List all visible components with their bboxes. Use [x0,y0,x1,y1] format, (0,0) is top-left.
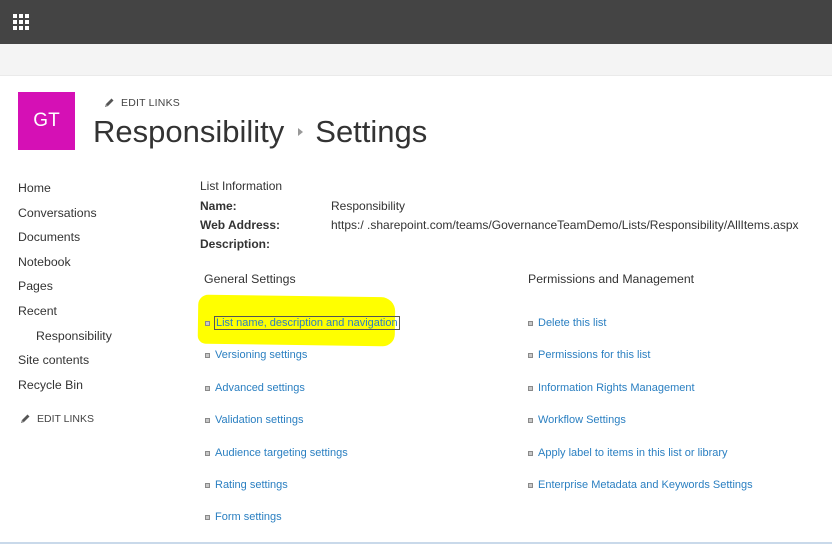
nav-item-notebook[interactable]: Notebook [18,254,112,279]
bullet-icon [205,515,210,521]
edit-links-left-label: EDIT LINKS [37,413,94,425]
bullet-icon [205,385,210,391]
edit-links-top-button[interactable]: EDIT LINKS [103,97,180,109]
workflow-settings-link[interactable]: Workflow Settings [538,414,626,426]
command-bar [0,44,832,76]
name-label: Name: [200,199,237,213]
description-label: Description: [200,237,271,251]
site-logo[interactable]: GT [18,92,75,150]
breadcrumb-separator-icon [298,128,304,136]
list-item: Information Rights Management [528,382,753,414]
permissions-management-title: Permissions and Management [528,272,695,286]
nav-item-responsibility[interactable]: Responsibility [18,328,112,353]
list-information: List Information Name: Responsibility Web… [200,179,799,256]
permissions-for-this-list-link[interactable]: Permissions for this list [538,349,650,361]
list-item: Versioning settings [205,349,399,381]
breadcrumb-settings-title: Settings [315,114,428,149]
pencil-icon [21,414,30,423]
nav-item-documents[interactable]: Documents [18,229,112,254]
rating-settings-link[interactable]: Rating settings [215,479,288,491]
site-logo-text: GT [33,110,60,131]
advanced-settings-link[interactable]: Advanced settings [215,382,305,394]
delete-this-list-link[interactable]: Delete this list [538,317,606,329]
nav-item-recent[interactable]: Recent [18,303,112,328]
list-item: List name, description and navigation [205,316,400,349]
bullet-icon [205,482,210,488]
list-item: Validation settings [205,414,399,446]
general-settings-title: General Settings [204,272,296,286]
permissions-management-links: Delete this list Permissions for this li… [528,317,753,511]
name-value: Responsibility [331,199,406,213]
enterprise-metadata-keywords-link[interactable]: Enterprise Metadata and Keywords Setting… [538,479,753,491]
list-item: Apply label to items in this list or lib… [528,447,753,479]
page-title: Responsibility Settings [93,114,427,150]
web-address-label: Web Address: [200,218,281,232]
nav-item-conversations[interactable]: Conversations [18,205,112,230]
quick-launch-nav: Home Conversations Documents Notebook Pa… [18,180,112,401]
validation-settings-link[interactable]: Validation settings [215,414,303,426]
edit-links-top-label: EDIT LINKS [121,97,180,109]
general-settings-links: List name, description and navigation Ve… [205,316,400,544]
bullet-icon [528,353,533,359]
list-item: Audience targeting settings [205,447,399,479]
list-item: Permissions for this list [528,349,753,381]
nav-item-home[interactable]: Home [18,180,112,205]
pencil-icon [105,98,114,107]
bullet-icon [205,450,210,456]
bullet-icon [205,418,210,424]
bullet-icon [528,385,533,391]
list-item: Workflow Settings [528,414,753,446]
nav-item-recycle-bin[interactable]: Recycle Bin [18,377,112,402]
list-item: Advanced settings [205,382,399,414]
name-row: Name: Responsibility [200,199,799,218]
breadcrumb-list-title[interactable]: Responsibility [93,114,284,150]
list-item: Delete this list [528,317,753,349]
bullet-icon [528,418,533,424]
information-rights-management-link[interactable]: Information Rights Management [538,382,695,394]
list-item: Form settings [205,511,399,543]
bullet-icon [528,321,533,326]
list-item: Enterprise Metadata and Keywords Setting… [528,479,753,511]
web-address-row: Web Address: https:/ .sharepoint.com/team… [200,218,799,237]
bullet-icon [528,450,533,456]
web-address-value: https:/ .sharepoint.com/teams/Governance… [331,218,799,232]
audience-targeting-settings-link[interactable]: Audience targeting settings [215,447,348,459]
description-row: Description: [200,237,799,256]
form-settings-link[interactable]: Form settings [215,511,282,523]
edit-links-left-button[interactable]: EDIT LINKS [19,413,94,425]
list-name-description-navigation-link[interactable]: List name, description and navigation [214,316,400,330]
bullet-icon [205,321,210,326]
nav-item-site-contents[interactable]: Site contents [18,352,112,377]
bullet-icon [528,482,533,488]
list-item: Rating settings [205,479,399,511]
suite-bar [0,0,832,44]
versioning-settings-link[interactable]: Versioning settings [215,349,307,361]
list-information-heading: List Information [200,179,283,193]
apply-label-link[interactable]: Apply label to items in this list or lib… [538,447,728,459]
bullet-icon [205,353,210,359]
waffle-grid-icon[interactable] [13,14,29,30]
nav-item-pages[interactable]: Pages [18,278,112,303]
